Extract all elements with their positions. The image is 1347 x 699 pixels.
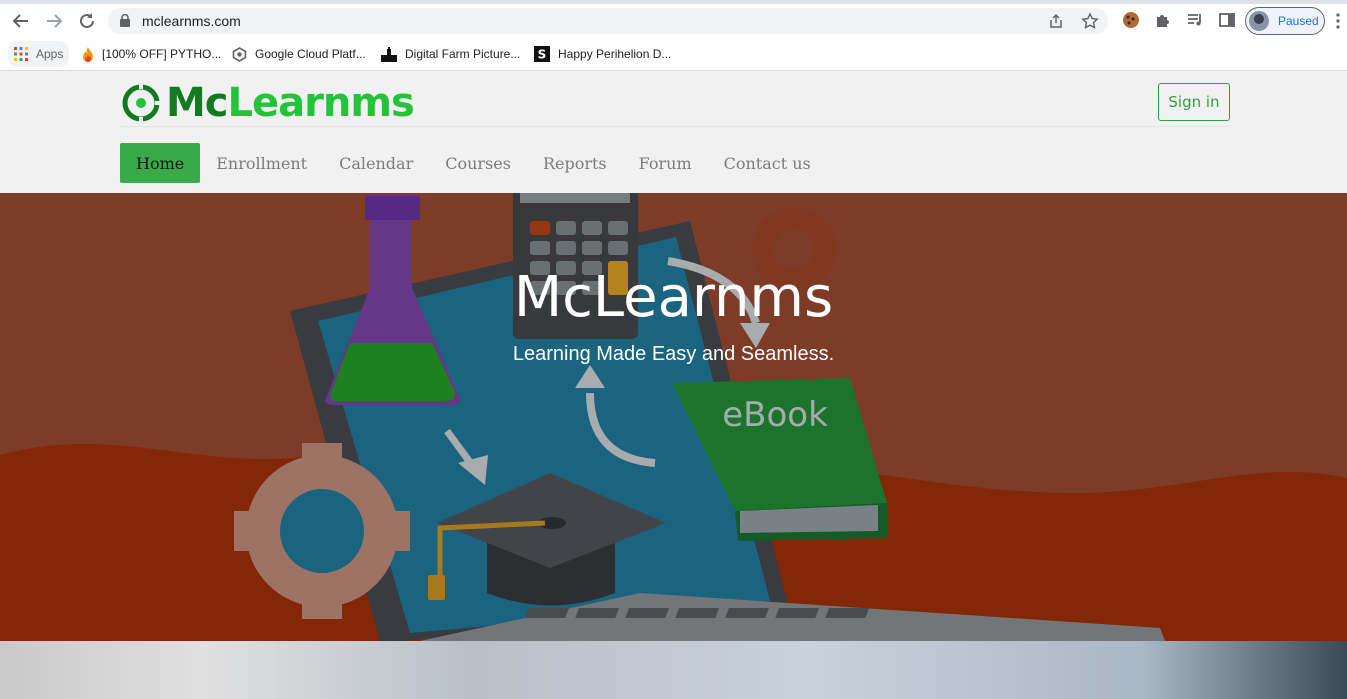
bookmarks-bar: Apps [100% OFF] PYTHO... Google Cloud Pl… — [0, 38, 1347, 71]
s-logo-icon: S — [534, 46, 550, 62]
reload-button[interactable] — [75, 10, 99, 32]
address-bar[interactable]: mclearnms.com — [108, 8, 1108, 34]
back-arrow-icon — [12, 14, 28, 28]
header-divider — [120, 126, 1230, 127]
bookmark-label: Digital Farm Picture... — [405, 47, 521, 61]
nav-item-contact-us[interactable]: Contact us — [708, 143, 827, 183]
hero-title: McLearnms — [513, 265, 834, 330]
nav-item-courses[interactable]: Courses — [429, 143, 527, 183]
browser-toolbar: mclearnms.com Paused — [0, 4, 1347, 38]
bookmark-label: Happy Perihelion D... — [558, 47, 672, 61]
hero-illustration: eBook — [0, 193, 1347, 641]
nav-item-home[interactable]: Home — [120, 143, 201, 183]
media-queue-icon[interactable] — [1186, 11, 1204, 34]
nav-item-calendar[interactable]: Calendar — [323, 143, 429, 183]
target-logo-icon — [122, 82, 162, 124]
back-button[interactable] — [9, 10, 33, 32]
logo-text: McLearnms — [166, 80, 415, 126]
sign-in-button[interactable]: Sign in — [1158, 83, 1230, 121]
extensions-puzzle-icon[interactable] — [1154, 11, 1172, 34]
site-logo[interactable]: McLearnms — [120, 80, 415, 126]
digital-farm-icon — [381, 46, 397, 62]
url-text: mclearnms.com — [142, 13, 241, 29]
bookmark-label: Google Cloud Platf... — [255, 47, 366, 61]
fire-icon — [82, 46, 94, 62]
main-nav: Home Enrollment Calendar Courses Reports… — [120, 143, 827, 183]
lock-icon — [120, 13, 130, 32]
logo-text-mc: Mc — [166, 80, 229, 126]
bookmark-google-cloud[interactable]: Google Cloud Platf... — [232, 44, 366, 64]
bookmark-star-icon[interactable] — [1081, 12, 1099, 35]
apps-grid-icon — [14, 47, 28, 61]
hero-subtitle: Learning Made Easy and Seamless. — [512, 343, 835, 365]
share-icon[interactable] — [1048, 13, 1064, 34]
next-section-image — [0, 641, 1347, 699]
bookmark-python-course[interactable]: [100% OFF] PYTHO... — [82, 44, 221, 64]
svg-text:S: S — [538, 48, 547, 62]
bookmark-label: Apps — [36, 47, 64, 61]
nav-item-enrollment[interactable]: Enrollment — [200, 143, 323, 183]
bookmark-perihelion[interactable]: S Happy Perihelion D... — [534, 44, 671, 64]
site-header: McLearnms Sign in Home Enrollment Calend… — [0, 71, 1347, 193]
profile-status-label: Paused — [1278, 14, 1319, 28]
avatar — [1249, 11, 1269, 31]
reload-icon — [80, 13, 94, 28]
profile-button[interactable]: Paused — [1245, 7, 1325, 35]
nav-item-reports[interactable]: Reports — [527, 143, 623, 183]
cookie-extension-icon[interactable] — [1122, 11, 1140, 34]
browser-menu-icon[interactable] — [1336, 12, 1340, 30]
logo-text-learnms: Learnms — [227, 80, 415, 126]
bookmark-apps[interactable]: Apps — [8, 41, 70, 67]
forward-arrow-icon — [47, 14, 63, 28]
side-panel-icon[interactable] — [1218, 11, 1236, 34]
nav-item-forum[interactable]: Forum — [623, 143, 708, 183]
forward-button[interactable] — [42, 10, 66, 32]
bookmark-digital-farm[interactable]: Digital Farm Picture... — [381, 44, 520, 64]
cloud-platform-icon — [232, 46, 247, 62]
bookmark-label: [100% OFF] PYTHO... — [102, 47, 222, 61]
hero-banner: eBook McLearnms Learning Made Easy and S… — [0, 193, 1347, 641]
